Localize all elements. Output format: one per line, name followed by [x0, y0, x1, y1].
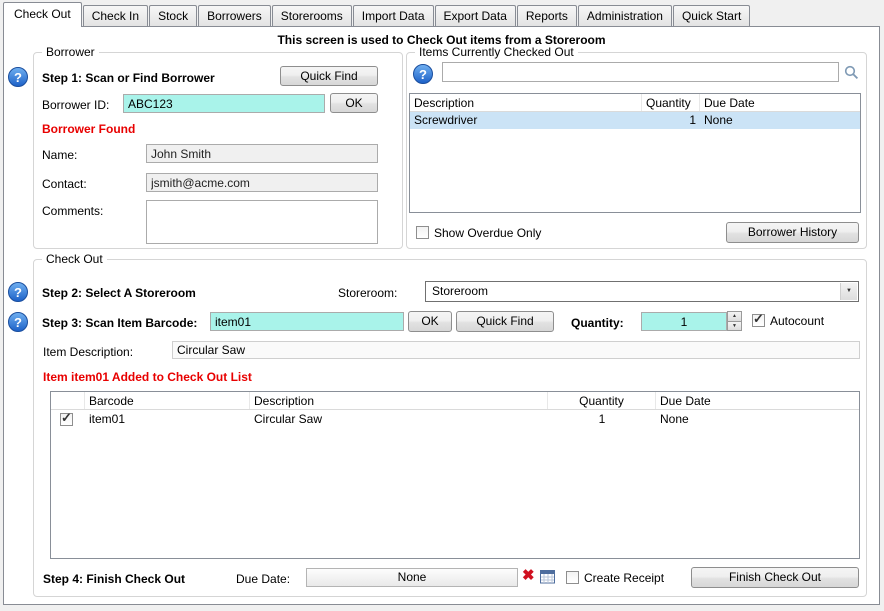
- item-quick-find-button[interactable]: Quick Find: [456, 311, 554, 332]
- check-icon: ✓: [61, 411, 72, 426]
- check-out-table-header: Barcode Description Quantity Due Date: [51, 392, 859, 410]
- items-out-row[interactable]: Screwdriver 1 None: [410, 112, 860, 129]
- tab-reports[interactable]: Reports: [517, 5, 577, 26]
- tab-administration[interactable]: Administration: [578, 5, 672, 26]
- col-barcode[interactable]: Barcode: [85, 392, 250, 409]
- col-quantity[interactable]: Quantity: [642, 94, 700, 111]
- borrower-id-label: Borrower ID:: [42, 98, 109, 112]
- cell-quantity: 1: [642, 112, 700, 129]
- tab-storerooms[interactable]: Storerooms: [272, 5, 352, 26]
- tab-check-in[interactable]: Check In: [83, 5, 148, 26]
- contact-label: Contact:: [42, 177, 87, 191]
- show-overdue-label[interactable]: Show Overdue Only: [434, 226, 541, 240]
- chevron-down-icon: ▼: [840, 283, 857, 300]
- borrower-status-text: Borrower Found: [42, 122, 135, 136]
- autocount-label[interactable]: Autocount: [770, 314, 824, 328]
- spin-down-icon[interactable]: ▼: [727, 322, 742, 332]
- tab-quick-start[interactable]: Quick Start: [673, 5, 750, 26]
- step3-label: Step 3: Scan Item Barcode:: [42, 316, 197, 330]
- help-icon-borrower[interactable]: ?: [8, 67, 28, 87]
- item-added-status-text: Item item01 Added to Check Out List: [43, 370, 252, 384]
- cell-select: ✓: [51, 411, 85, 428]
- cell-item-due-date: None: [656, 411, 859, 428]
- help-icon-barcode[interactable]: ?: [8, 312, 28, 332]
- step2-label: Step 2: Select A Storeroom: [42, 286, 196, 300]
- borrower-quick-find-button[interactable]: Quick Find: [280, 66, 378, 86]
- col-item-due-date[interactable]: Due Date: [656, 392, 859, 409]
- cell-description: Screwdriver: [410, 112, 642, 129]
- check-out-item-row[interactable]: ✓ item01 Circular Saw 1 None: [51, 410, 859, 428]
- barcode-input[interactable]: [210, 312, 404, 331]
- spin-up-icon[interactable]: ▲: [727, 311, 742, 322]
- help-icon-items-out[interactable]: ?: [413, 64, 433, 84]
- borrower-id-input[interactable]: [123, 94, 325, 113]
- finish-check-out-button[interactable]: Finish Check Out: [691, 567, 859, 588]
- tab-export-data[interactable]: Export Data: [435, 5, 516, 26]
- tab-borrowers[interactable]: Borrowers: [198, 5, 271, 26]
- storeroom-label: Storeroom:: [338, 286, 397, 300]
- create-receipt-label[interactable]: Create Receipt: [584, 571, 664, 585]
- calendar-icon[interactable]: [540, 569, 556, 587]
- item-description-field[interactable]: [172, 341, 860, 359]
- comments-field[interactable]: [146, 200, 378, 244]
- col-select[interactable]: [51, 392, 85, 409]
- storeroom-value: Storeroom: [432, 284, 488, 298]
- step4-label: Step 4: Finish Check Out: [43, 572, 185, 586]
- due-date-field[interactable]: None: [306, 568, 518, 587]
- cell-item-description: Circular Saw: [250, 411, 548, 428]
- cell-due-date: None: [700, 112, 860, 129]
- check-out-page: This screen is used to Check Out items f…: [3, 26, 880, 605]
- items-out-table-header: Description Quantity Due Date: [410, 94, 860, 112]
- check-out-list-table: Barcode Description Quantity Due Date ✓ …: [50, 391, 860, 559]
- create-receipt-checkbox[interactable]: [566, 571, 579, 584]
- tab-check-out[interactable]: Check Out: [3, 2, 82, 27]
- col-description[interactable]: Description: [410, 94, 642, 111]
- show-overdue-checkbox[interactable]: [416, 226, 429, 239]
- borrower-group-title: Borrower: [42, 45, 99, 59]
- storeroom-dropdown[interactable]: Storeroom ▼: [425, 281, 859, 302]
- items-out-search-input[interactable]: [442, 62, 839, 82]
- item-row-checkbox[interactable]: ✓: [60, 413, 73, 426]
- check-out-group-title: Check Out: [42, 252, 107, 266]
- step1-label: Step 1: Scan or Find Borrower: [42, 71, 215, 85]
- tab-stock[interactable]: Stock: [149, 5, 197, 26]
- check-icon: ✓: [753, 311, 764, 327]
- col-due-date[interactable]: Due Date: [700, 94, 860, 111]
- quantity-stepper: ▲ ▼: [727, 311, 742, 331]
- search-icon[interactable]: [844, 65, 859, 83]
- borrower-history-button[interactable]: Borrower History: [726, 222, 859, 243]
- autocount-checkbox[interactable]: ✓: [752, 314, 765, 327]
- due-date-label: Due Date:: [236, 572, 290, 586]
- col-item-description[interactable]: Description: [250, 392, 548, 409]
- contact-field[interactable]: [146, 173, 378, 192]
- clear-date-icon[interactable]: ✖: [522, 568, 535, 584]
- quantity-label: Quantity:: [571, 316, 624, 330]
- name-label: Name:: [42, 148, 77, 162]
- help-icon-storeroom[interactable]: ?: [8, 282, 28, 302]
- comments-label: Comments:: [42, 204, 103, 218]
- name-field[interactable]: [146, 144, 378, 163]
- items-out-table: Description Quantity Due Date Screwdrive…: [409, 93, 861, 213]
- quantity-input[interactable]: [641, 312, 727, 331]
- cell-item-quantity: 1: [548, 411, 656, 428]
- cell-barcode: item01: [85, 411, 250, 428]
- tab-bar: Check Out Check In Stock Borrowers Store…: [3, 1, 751, 26]
- tab-import-data[interactable]: Import Data: [353, 5, 434, 26]
- col-item-quantity[interactable]: Quantity: [548, 392, 656, 409]
- barcode-ok-button[interactable]: OK: [408, 311, 452, 332]
- items-out-group-title: Items Currently Checked Out: [415, 45, 578, 59]
- borrower-ok-button[interactable]: OK: [330, 93, 378, 113]
- item-description-label: Item Description:: [43, 345, 133, 359]
